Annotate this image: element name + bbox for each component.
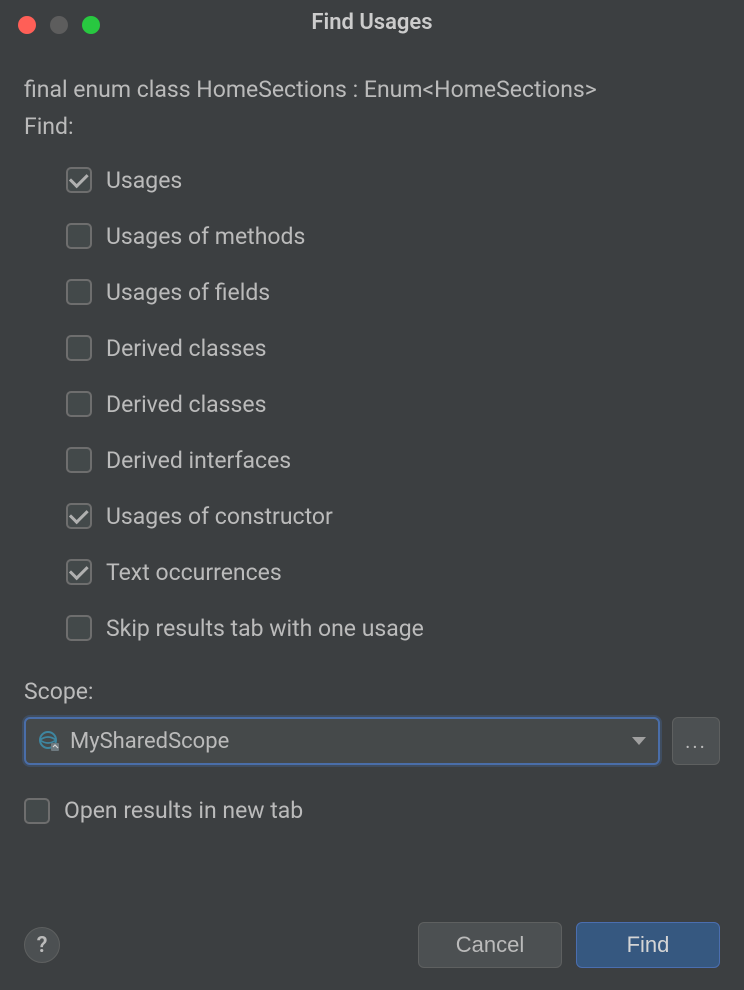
option-checkbox[interactable]	[66, 559, 92, 585]
option-row: Derived classes	[66, 320, 720, 376]
option-row: Skip results tab with one usage	[66, 600, 720, 656]
option-row: Usages of constructor	[66, 488, 720, 544]
option-checkbox[interactable]	[66, 391, 92, 417]
option-row: Usages of fields	[66, 264, 720, 320]
option-label[interactable]: Usages	[106, 167, 182, 194]
option-row: Text occurrences	[66, 544, 720, 600]
option-label[interactable]: Derived interfaces	[106, 447, 291, 474]
find-label: Find:	[24, 113, 720, 140]
open-new-tab-row: Open results in new tab	[24, 797, 720, 824]
scope-row: MySharedScope ...	[24, 717, 720, 765]
window-close-button[interactable]	[18, 16, 36, 34]
option-checkbox[interactable]	[66, 279, 92, 305]
scope-browse-button[interactable]: ...	[672, 717, 720, 765]
window-title: Find Usages	[0, 10, 744, 35]
option-label[interactable]: Usages of fields	[106, 279, 270, 306]
option-label[interactable]: Derived classes	[106, 335, 267, 362]
chevron-down-icon	[632, 737, 646, 745]
option-row: Derived interfaces	[66, 432, 720, 488]
scope-value: MySharedScope	[70, 729, 632, 754]
option-label[interactable]: Usages of methods	[106, 223, 305, 250]
option-checkbox[interactable]	[66, 447, 92, 473]
dialog-content: final enum class HomeSections : Enum<Hom…	[0, 44, 744, 824]
cancel-button[interactable]: Cancel	[418, 922, 562, 968]
find-options: Usages Usages of methods Usages of fields D…	[24, 152, 720, 656]
option-row: Usages of methods	[66, 208, 720, 264]
window-zoom-button[interactable]	[82, 16, 100, 34]
scope-label: Scope:	[24, 678, 720, 705]
option-row: Derived classes	[66, 376, 720, 432]
option-label[interactable]: Derived classes	[106, 391, 267, 418]
scope-dropdown[interactable]: MySharedScope	[24, 717, 660, 765]
traffic-lights	[18, 16, 100, 34]
titlebar: Find Usages	[0, 0, 744, 44]
option-checkbox[interactable]	[66, 615, 92, 641]
option-label[interactable]: Usages of constructor	[106, 503, 333, 530]
shared-scope-icon	[38, 730, 60, 752]
option-label[interactable]: Skip results tab with one usage	[106, 615, 424, 642]
open-new-tab-label[interactable]: Open results in new tab	[64, 797, 303, 824]
option-checkbox[interactable]	[66, 223, 92, 249]
scope-section: Scope: MySharedScope ...	[24, 678, 720, 765]
help-button[interactable]: ?	[24, 927, 60, 963]
option-checkbox[interactable]	[66, 167, 92, 193]
option-label[interactable]: Text occurrences	[106, 559, 282, 586]
find-button[interactable]: Find	[576, 922, 720, 968]
option-checkbox[interactable]	[66, 335, 92, 361]
window-minimize-button[interactable]	[50, 16, 68, 34]
option-checkbox[interactable]	[66, 503, 92, 529]
open-new-tab-checkbox[interactable]	[24, 798, 50, 824]
option-row: Usages	[66, 152, 720, 208]
target-signature: final enum class HomeSections : Enum<Hom…	[24, 76, 720, 103]
dialog-footer: ? Cancel Find	[24, 922, 720, 968]
